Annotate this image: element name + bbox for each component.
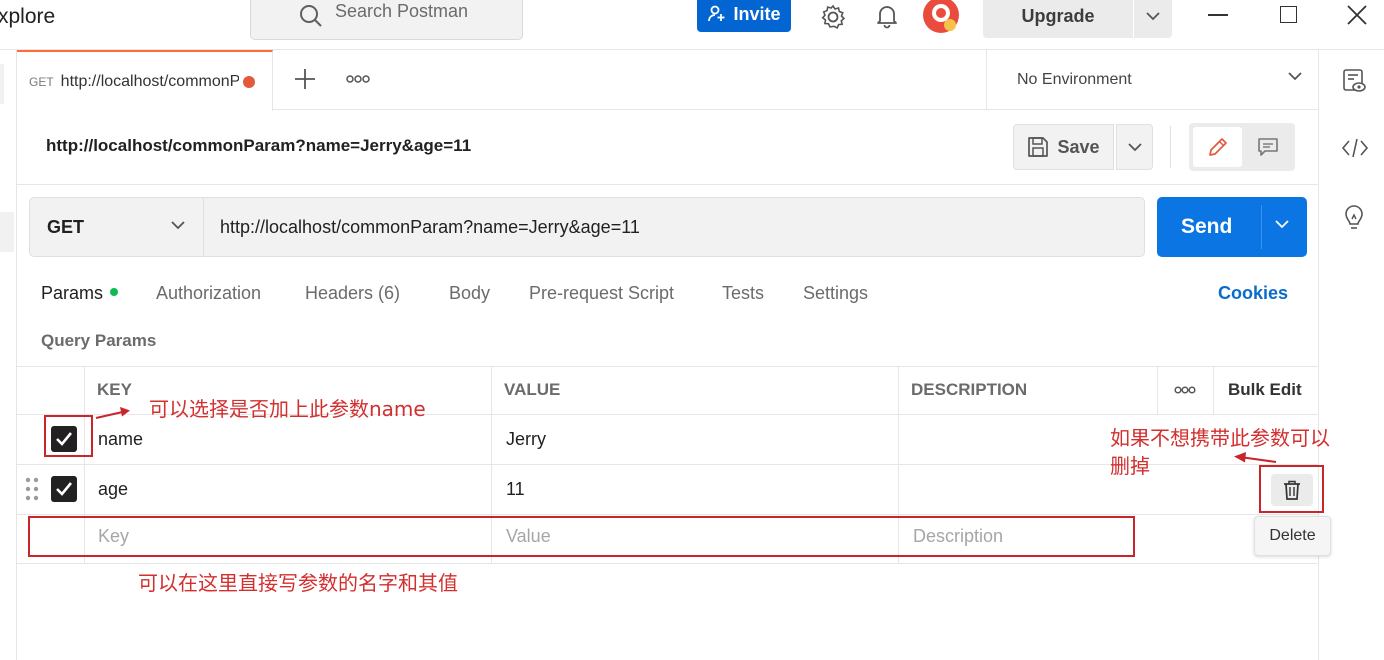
table-border (17, 366, 1318, 367)
annotation-checkbox-box (44, 415, 93, 457)
chevron-down-icon[interactable] (1275, 220, 1289, 229)
upgrade-menu-button[interactable] (1134, 0, 1172, 38)
invite-button[interactable]: Invite (697, 0, 791, 32)
search-input[interactable]: Search Postman (250, 0, 523, 40)
invite-label: Invite (733, 3, 781, 24)
column-header-key: KEY (97, 380, 132, 399)
annotation-checkbox-note: 可以选择是否加上此参数name (149, 397, 426, 421)
send-label: Send (1181, 215, 1233, 238)
edit-mode-button[interactable] (1193, 127, 1242, 167)
plus-icon[interactable] (292, 66, 318, 92)
close-icon[interactable] (1346, 4, 1368, 26)
bulk-edit-button[interactable]: Bulk Edit (1228, 380, 1302, 400)
table-border (17, 563, 1318, 564)
environment-select[interactable]: No Environment (986, 50, 1318, 110)
chevron-down-icon (1146, 11, 1160, 20)
postman-window: xplore Search Postman Invite Upgrade GET… (0, 0, 1384, 660)
left-sidebar-edge (0, 50, 17, 660)
top-bar (0, 0, 1384, 50)
save-icon (1028, 137, 1049, 157)
annotation-delete-note-line1: 如果不想携带此参数可以 (1110, 426, 1330, 450)
more-icon[interactable] (346, 75, 370, 83)
tab-headers[interactable]: Headers (6) (305, 283, 400, 304)
tab-settings[interactable]: Settings (803, 283, 868, 304)
param-key[interactable]: age (98, 479, 128, 500)
divider (17, 184, 1318, 185)
pencil-icon (1208, 138, 1227, 156)
method-label: GET (47, 216, 85, 237)
chevron-down-icon (1288, 72, 1302, 81)
column-header-value: VALUE (504, 380, 561, 399)
param-key[interactable]: name (98, 429, 143, 450)
param-value[interactable]: 11 (506, 479, 525, 500)
environment-quick-look-icon[interactable] (1342, 68, 1366, 94)
chevron-down-icon (171, 221, 185, 230)
checkmark-icon (56, 482, 73, 496)
url-input[interactable]: http://localhost/commonParam?name=Jerry&… (203, 197, 1145, 257)
tab-tests[interactable]: Tests (722, 283, 764, 304)
annotation-arrow (1234, 452, 1277, 463)
divider (1170, 126, 1171, 168)
annotation-new-row-box (28, 516, 1135, 557)
chevron-down-icon (1127, 142, 1142, 151)
param-value[interactable]: Jerry (506, 429, 546, 450)
more-icon[interactable] (1174, 386, 1196, 394)
annotation-new-row-note: 可以在这里直接写参数的名字和其值 (138, 571, 458, 595)
minimize-icon[interactable] (1208, 14, 1228, 16)
table-border (17, 514, 1318, 515)
cookies-link[interactable]: Cookies (1218, 283, 1288, 304)
save-label: Save (1057, 136, 1100, 157)
avatar[interactable] (922, 0, 960, 34)
tab-method: GET (29, 74, 54, 89)
tab-body[interactable]: Body (449, 283, 490, 304)
tab-params[interactable]: Params (41, 283, 119, 304)
delete-tooltip: Delete (1254, 516, 1331, 556)
annotation-arrow (95, 407, 130, 419)
column-divider (1157, 366, 1158, 414)
tab-params-label: Params (41, 283, 104, 303)
request-title[interactable]: http://localhost/commonParam?name=Jerry&… (46, 136, 471, 156)
tab-authorization[interactable]: Authorization (156, 283, 261, 304)
bell-icon[interactable] (874, 3, 900, 29)
search-placeholder: Search Postman (335, 1, 469, 21)
annotation-delete-note-line2: 删掉 (1110, 454, 1150, 478)
params-active-dot (110, 288, 119, 297)
unsaved-indicator (242, 75, 255, 88)
param-checkbox[interactable] (51, 476, 77, 502)
maximize-icon[interactable] (1280, 6, 1297, 23)
save-menu-button[interactable] (1116, 124, 1153, 170)
request-tab[interactable]: GET http://localhost/commonParam?name=Je… (17, 50, 273, 111)
gear-icon[interactable] (819, 3, 847, 31)
method-select[interactable]: GET (29, 197, 204, 257)
tab-label: http://localhost/commonParam?name=Jerry&… (60, 72, 239, 90)
upgrade-button[interactable]: Upgrade (983, 0, 1133, 38)
comment-icon (1258, 138, 1278, 156)
code-icon[interactable] (1341, 136, 1369, 160)
add-user-icon (708, 5, 725, 22)
query-params-title: Query Params (41, 331, 157, 350)
drag-handle-icon[interactable] (24, 476, 40, 502)
environment-label: No Environment (1017, 71, 1132, 88)
lightbulb-icon[interactable] (1341, 205, 1367, 233)
save-button[interactable]: Save (1013, 124, 1114, 170)
tab-pre-request-script[interactable]: Pre-request Script (529, 283, 674, 304)
comments-mode-button[interactable] (1246, 127, 1290, 167)
search-icon (300, 5, 322, 27)
annotation-delete-box (1259, 465, 1324, 513)
app-title: xplore (0, 5, 56, 28)
send-button[interactable]: Send (1157, 197, 1307, 257)
column-divider (1213, 366, 1214, 414)
column-header-description: DESCRIPTION (911, 380, 1028, 399)
